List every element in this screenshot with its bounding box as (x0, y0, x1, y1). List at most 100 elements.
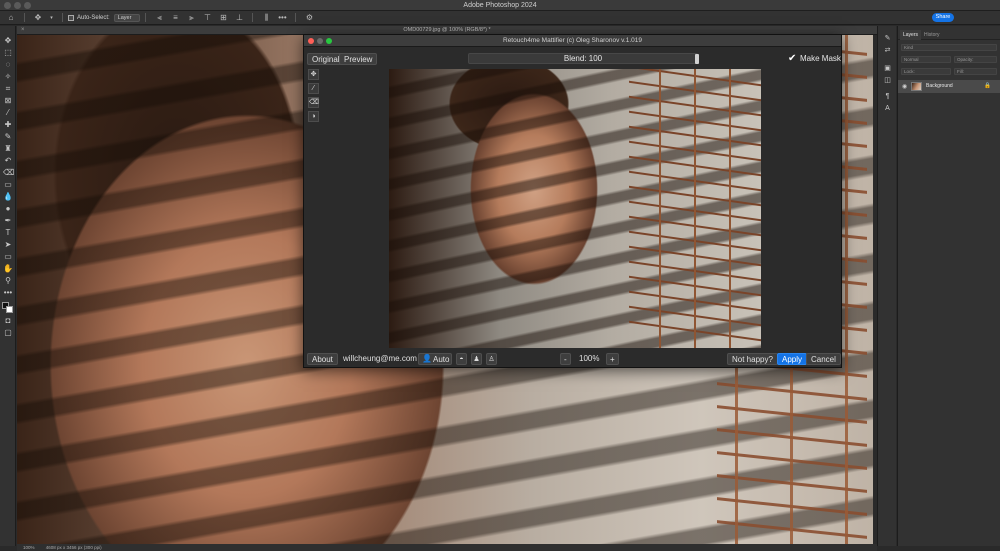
mattifier-dialog: Retouch4me Mattifier (c) Oleg Sharonov v… (303, 34, 842, 368)
person-icon: 👤 (422, 354, 432, 363)
paragraph-icon[interactable]: ¶ (883, 92, 892, 101)
path-select-tool-icon[interactable]: ➤ (3, 240, 13, 250)
make-mask-checkbox[interactable]: ✔ (788, 54, 798, 64)
window-titlebar: Adobe Photoshop 2024 (0, 0, 1000, 11)
quick-mask-icon[interactable]: ◘ (3, 316, 13, 326)
background-color-swatch[interactable] (6, 306, 13, 313)
preview-button[interactable]: Preview (339, 53, 378, 65)
divider (24, 13, 25, 22)
pen-tool-icon[interactable]: ✒ (3, 216, 13, 226)
auto-select-checkbox[interactable] (68, 14, 74, 21)
libraries-icon[interactable]: ▣ (883, 64, 892, 73)
chevron-down-icon[interactable]: ▾ (49, 13, 54, 23)
eye-icon[interactable]: ◉ (902, 83, 907, 90)
frame-tool-icon[interactable]: ⊠ (3, 96, 13, 106)
lock-icon[interactable]: 🔒 (984, 83, 991, 89)
adjustments-icon[interactable]: ✎ (883, 34, 892, 43)
layer-name: Background (926, 83, 953, 89)
preview-image[interactable] (389, 69, 761, 348)
move-tool-icon[interactable]: ✥ (33, 13, 43, 23)
zoom-tool-icon[interactable]: ⚲ (3, 276, 13, 286)
align-right-icon[interactable]: ⫸ (186, 13, 196, 23)
full-body-mode-icon[interactable]: ♙ (486, 353, 497, 365)
about-button[interactable]: About (307, 353, 338, 365)
marquee-tool-icon[interactable]: ⬚ (3, 48, 13, 58)
align-top-icon[interactable]: ⊤ (202, 13, 212, 23)
share-button[interactable]: Share (932, 13, 954, 22)
brush-tool-icon[interactable]: ✎ (3, 132, 13, 142)
blind-cord (845, 35, 848, 544)
gradient-tool-icon[interactable]: ▭ (3, 180, 13, 190)
lock-options[interactable]: Lock: (901, 68, 951, 75)
align-middle-icon[interactable]: ⊞ (218, 13, 228, 23)
make-mask-label: Make Mask (800, 54, 841, 63)
distribute-icon[interactable]: ⫼ (261, 13, 271, 23)
auto-select-label: Auto-Select: (77, 14, 110, 21)
auto-select-dropdown[interactable]: Layer (113, 13, 141, 22)
eyedropper-tool-icon[interactable]: ⁄ (3, 108, 13, 118)
tab-history[interactable]: History (921, 30, 943, 40)
dialog-titlebar: Retouch4me Mattifier (c) Oleg Sharonov v… (304, 35, 841, 47)
blend-slider[interactable]: Blend: 100 (468, 53, 699, 64)
layer-thumbnail (911, 82, 922, 91)
eraser-icon[interactable]: ⌫ (308, 97, 319, 108)
panel-dock-icons: ✎ ⇄ ▣ ◫ ¶ A (877, 26, 896, 546)
half-body-mode-icon[interactable]: ♟ (471, 353, 482, 365)
type-tool-icon[interactable]: T (3, 228, 13, 238)
divider (295, 13, 297, 22)
document-dimensions: 4608 px x 3456 px (300 ppi) (45, 545, 102, 550)
blend-slider-thumb[interactable] (695, 54, 699, 64)
more-tools-icon[interactable]: ••• (3, 288, 13, 298)
user-email: willcheung@me.com (343, 354, 417, 363)
portrait-mode-icon[interactable]: ◓ (456, 353, 467, 365)
align-center-icon[interactable]: ≡ (170, 13, 180, 23)
blind-cord (729, 69, 731, 348)
opacity-field[interactable]: Opacity: (954, 56, 997, 63)
more-icon[interactable]: ••• (277, 13, 287, 23)
app-title: Adobe Photoshop 2024 (463, 2, 537, 9)
eraser-tool-icon[interactable]: ⌫ (3, 168, 14, 178)
blind-cord (694, 69, 696, 348)
mask-icon[interactable]: ◑ (308, 111, 319, 122)
layer-row[interactable]: ◉ Background 🔒 (898, 80, 1000, 93)
move-tool-icon[interactable]: ✥ (3, 36, 13, 46)
screen-mode-icon[interactable]: ▢ (3, 328, 13, 338)
stamp-tool-icon[interactable]: ♜ (3, 144, 13, 154)
properties-icon[interactable]: ⇄ (883, 46, 892, 55)
blend-mode-select[interactable]: Normal (901, 56, 951, 63)
move-icon[interactable]: ✥ (308, 69, 319, 80)
not-happy-button[interactable]: Not happy? (727, 353, 778, 365)
divider (62, 13, 63, 22)
crop-tool-icon[interactable]: ⌗ (3, 84, 13, 94)
tools-panel: ✥ ⬚ ◌ ✧ ⌗ ⊠ ⁄ ✚ ✎ ♜ ↶ ⌫ ▭ 💧 ● ✒ T ➤ ▭ ✋ … (0, 26, 16, 546)
zoom-in-button[interactable]: + (606, 353, 619, 365)
hand-tool-icon[interactable]: ✋ (3, 264, 13, 274)
layers-panel: Layers History Kind Normal Opacity: Lock… (897, 26, 1000, 546)
blend-label: Blend: 100 (563, 54, 603, 63)
dodge-tool-icon[interactable]: ● (3, 204, 13, 214)
fill-field[interactable]: Fill: (954, 68, 997, 75)
home-icon[interactable]: ⌂ (6, 13, 16, 23)
cancel-button[interactable]: Cancel (806, 353, 841, 365)
align-left-icon[interactable]: ⫷ (154, 13, 164, 23)
brush-icon[interactable]: ⁄ (308, 83, 319, 94)
zoom-readout[interactable]: 100% (23, 545, 35, 550)
character-icon[interactable]: A (883, 104, 892, 113)
styles-icon[interactable]: ◫ (883, 76, 892, 85)
tab-layers[interactable]: Layers (900, 30, 922, 40)
apply-button[interactable]: Apply (777, 353, 808, 365)
zoom-out-button[interactable]: - (560, 353, 571, 365)
zoom-value: 100% (579, 354, 600, 363)
history-brush-tool-icon[interactable]: ↶ (3, 156, 13, 166)
blur-tool-icon[interactable]: 💧 (3, 192, 13, 202)
dialog-title: Retouch4me Mattifier (c) Oleg Sharonov v… (503, 37, 642, 44)
layer-filter-input[interactable]: Kind (901, 44, 997, 51)
align-bottom-icon[interactable]: ⊥ (234, 13, 244, 23)
gear-icon[interactable]: ⚙ (304, 13, 314, 23)
divider (252, 13, 254, 22)
healing-tool-icon[interactable]: ✚ (3, 120, 13, 130)
divider (145, 13, 147, 22)
shape-tool-icon[interactable]: ▭ (3, 252, 13, 262)
quick-select-tool-icon[interactable]: ✧ (3, 72, 13, 82)
lasso-tool-icon[interactable]: ◌ (3, 60, 13, 70)
